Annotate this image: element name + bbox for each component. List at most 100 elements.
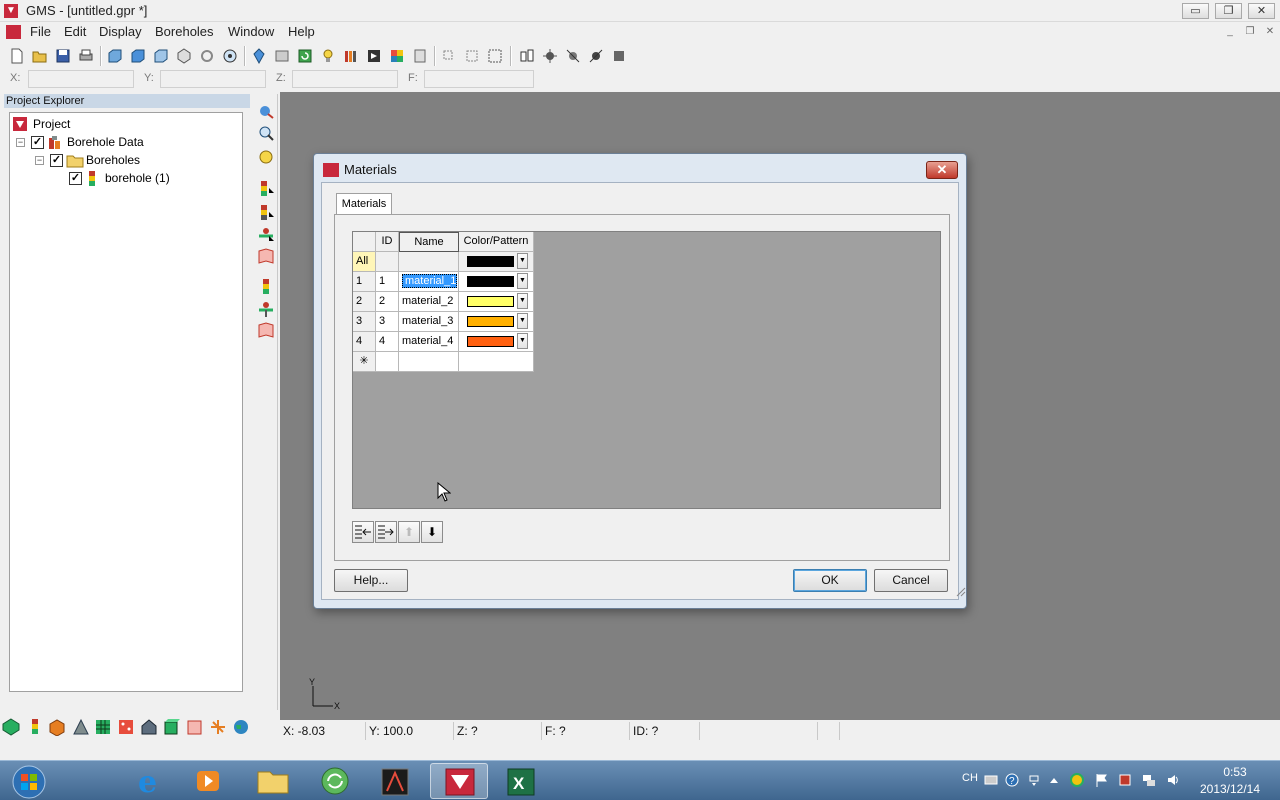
security-icon[interactable] xyxy=(1118,773,1132,787)
input-language[interactable]: CH xyxy=(962,772,978,784)
menu-display[interactable]: Display xyxy=(95,24,146,40)
tree-item-project[interactable]: Project xyxy=(12,115,242,133)
help-button[interactable]: Help... xyxy=(334,569,408,592)
material-name-cell[interactable]: material_2 xyxy=(399,292,459,312)
tree-item-boreholes[interactable]: − ✓ Boreholes xyxy=(12,151,242,169)
minimize-button[interactable]: ▭ xyxy=(1182,3,1209,19)
column-header-color[interactable]: Color/Pattern xyxy=(459,232,534,252)
chevron-down-icon[interactable]: ▼ xyxy=(517,333,528,349)
material-name-cell[interactable]: material_4 xyxy=(399,332,459,352)
borehole-tool-icon[interactable] xyxy=(518,47,536,65)
taskbar-media-icon[interactable] xyxy=(180,763,238,799)
menu-help[interactable]: Help xyxy=(284,24,319,40)
cancel-button[interactable]: Cancel xyxy=(874,569,948,592)
globe-module-icon[interactable] xyxy=(232,718,250,736)
light-icon[interactable] xyxy=(319,47,337,65)
scatter-module-icon[interactable] xyxy=(117,718,135,736)
material-color-cell[interactable]: ▼ xyxy=(459,332,534,352)
tree-item-borehole-1[interactable]: ✓ borehole (1) xyxy=(12,169,242,187)
new-row-id[interactable] xyxy=(376,352,399,372)
chevron-down-icon[interactable]: ▼ xyxy=(517,253,528,269)
row-header[interactable]: 1 xyxy=(353,272,376,292)
pan-box-icon[interactable] xyxy=(486,47,504,65)
borehole-module-icon[interactable] xyxy=(26,718,44,736)
create-contact-icon[interactable] xyxy=(257,300,275,318)
help-icon[interactable]: ? xyxy=(1005,773,1019,787)
tab-materials[interactable]: Materials xyxy=(336,193,392,215)
mdi-close-button[interactable]: ✕ xyxy=(1262,25,1278,39)
mdi-restore-button[interactable]: ❐ xyxy=(1242,25,1258,39)
collapse-icon[interactable]: − xyxy=(16,138,25,147)
map-module-icon[interactable] xyxy=(140,718,158,736)
grid-module-icon[interactable] xyxy=(94,718,112,736)
material-name-cell[interactable]: material_1 xyxy=(399,272,459,292)
tree-item-borehole-data[interactable]: − ✓ Borehole Data xyxy=(12,133,242,151)
project-explorer-tree[interactable]: Project − ✓ Borehole Data − ✓ Boreholes … xyxy=(9,112,243,692)
chevron-up-icon[interactable] xyxy=(1047,773,1061,787)
all-row-header[interactable]: All xyxy=(353,252,376,272)
menu-edit[interactable]: Edit xyxy=(60,24,90,40)
select-contact-icon[interactable] xyxy=(257,204,275,222)
insert-row-before-button[interactable] xyxy=(352,521,374,543)
taskbar-excel-icon[interactable]: X xyxy=(492,763,550,799)
visibility-checkbox[interactable]: ✓ xyxy=(69,172,82,185)
rotate-icon[interactable] xyxy=(198,47,216,65)
dialog-close-button[interactable]: ✕ xyxy=(926,161,958,179)
open-icon[interactable] xyxy=(31,47,49,65)
material-id-cell[interactable]: 4 xyxy=(376,332,399,352)
ok-button[interactable]: OK xyxy=(793,569,867,592)
column-header-name[interactable]: Name xyxy=(399,232,459,252)
material-color-cell[interactable]: ▼ xyxy=(459,292,534,312)
taskbar-acrobat-icon[interactable] xyxy=(366,763,424,799)
f-value-field[interactable] xyxy=(424,70,534,88)
zoom-box-icon[interactable] xyxy=(463,47,481,65)
zoom-tool-icon[interactable] xyxy=(257,124,275,142)
select-vertex-icon[interactable] xyxy=(257,226,275,244)
tin-module-icon[interactable] xyxy=(72,718,90,736)
network-icon[interactable] xyxy=(1142,773,1156,787)
z-coord-field[interactable] xyxy=(292,70,398,88)
print-icon[interactable] xyxy=(77,47,95,65)
options-icon[interactable] xyxy=(273,47,291,65)
row-header[interactable]: 3 xyxy=(353,312,376,332)
keyboard-icon[interactable] xyxy=(984,773,998,787)
document-icon[interactable] xyxy=(6,25,21,39)
2d-mesh-module-icon[interactable] xyxy=(186,718,204,736)
taskbar-explorer-icon[interactable] xyxy=(244,763,302,799)
display-options-icon[interactable] xyxy=(250,47,268,65)
select-cross-section-icon[interactable] xyxy=(257,248,275,266)
move-up-button[interactable]: ⬆ xyxy=(398,521,420,543)
volume-icon[interactable] xyxy=(1166,773,1180,787)
calculator-icon[interactable] xyxy=(411,47,429,65)
chevron-down-icon[interactable]: ▼ xyxy=(517,313,528,329)
pan-tool-icon[interactable] xyxy=(257,148,275,166)
menu-boreholes[interactable]: Boreholes xyxy=(151,24,218,40)
create-cross-section-icon[interactable] xyxy=(257,322,275,340)
chevron-down-icon[interactable]: ▼ xyxy=(517,293,528,309)
frame-icon[interactable] xyxy=(221,47,239,65)
ime-options-icon[interactable] xyxy=(1027,773,1041,787)
side-view-icon[interactable] xyxy=(129,47,147,65)
materials-grid[interactable]: ID Name Color/Pattern All ▼ 1 1 material_1… xyxy=(352,231,941,509)
close-button[interactable]: ✕ xyxy=(1248,3,1275,19)
front-view-icon[interactable] xyxy=(106,47,124,65)
restore-button[interactable]: ❐ xyxy=(1215,3,1242,19)
taskbar-ie-icon[interactable]: e xyxy=(120,763,178,800)
new-row-name[interactable] xyxy=(399,352,459,372)
material-id-cell[interactable]: 3 xyxy=(376,312,399,332)
oblique-view-icon[interactable] xyxy=(175,47,193,65)
cross-section-tool-icon[interactable] xyxy=(564,47,582,65)
collapse-icon[interactable]: − xyxy=(35,156,44,165)
horizon-tool-icon[interactable] xyxy=(587,47,605,65)
mdi-minimize-button[interactable]: _ xyxy=(1222,25,1238,39)
create-borehole-icon[interactable] xyxy=(257,278,275,296)
select-tool-icon[interactable] xyxy=(440,47,458,65)
taskbar-gms-icon[interactable] xyxy=(430,763,488,799)
top-view-icon[interactable] xyxy=(152,47,170,65)
insert-row-after-button[interactable] xyxy=(375,521,397,543)
solid-module-icon[interactable] xyxy=(48,718,66,736)
arc-tool-icon[interactable] xyxy=(610,47,628,65)
row-header[interactable]: 4 xyxy=(353,332,376,352)
materials-icon[interactable] xyxy=(388,47,406,65)
library-icon[interactable] xyxy=(342,47,360,65)
